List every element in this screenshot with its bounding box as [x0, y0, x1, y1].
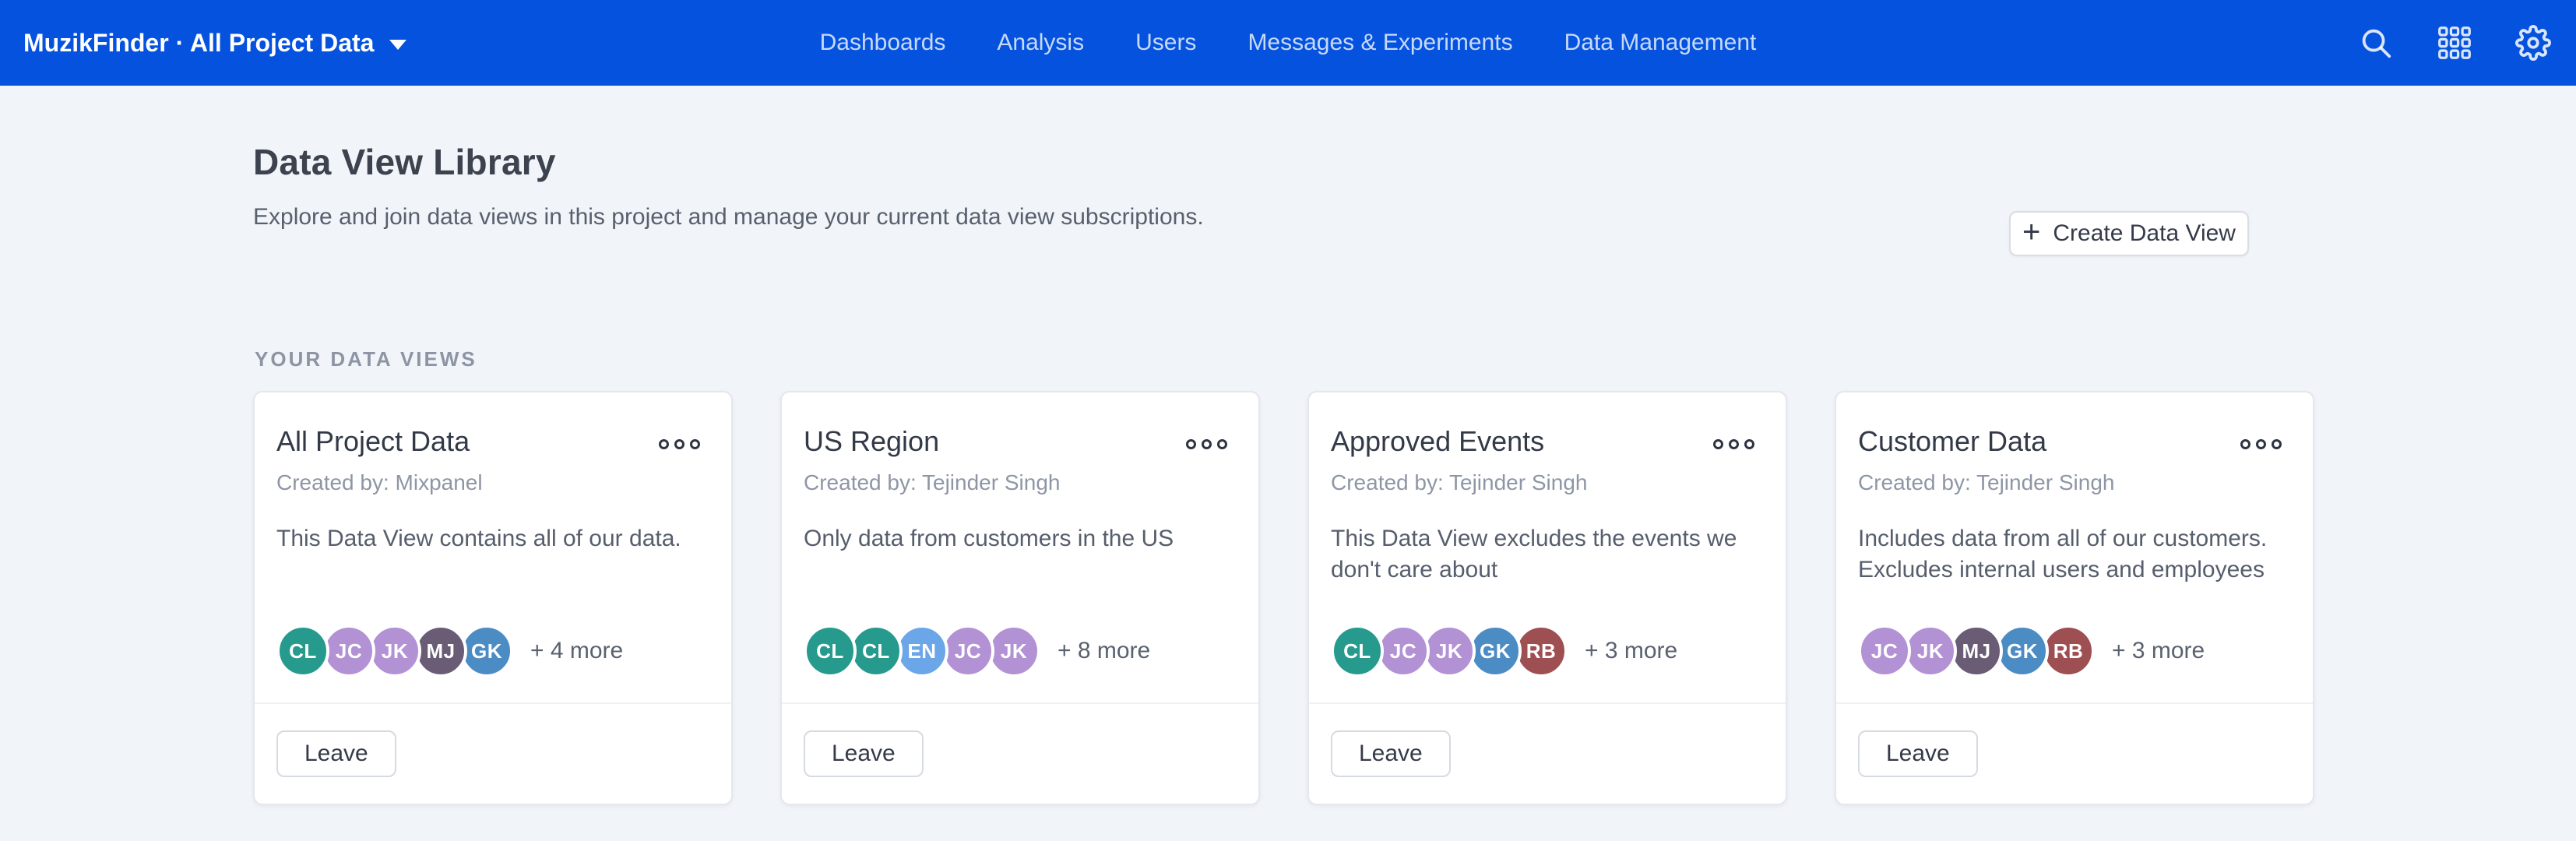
avatar: GK	[1996, 625, 2049, 677]
avatar-stack: CL CL EN JC JK + 8 more	[804, 625, 1150, 677]
card-created-by: Created by: Tejinder Singh	[804, 470, 1230, 495]
search-icon[interactable]	[2358, 25, 2394, 61]
plus-icon: +	[2022, 216, 2040, 248]
avatar: CL	[276, 625, 329, 677]
avatar: CL	[1331, 625, 1384, 677]
card-title: US Region	[804, 425, 939, 458]
avatar: GK	[1469, 625, 1522, 677]
settings-gear-icon[interactable]	[2515, 25, 2551, 61]
card-description: This Data View contains all of our data.	[276, 523, 703, 554]
section-heading: YOUR DATA VIEWS	[255, 347, 477, 371]
card-description: This Data View excludes the events we do…	[1331, 523, 1758, 586]
create-data-view-button[interactable]: + Create Data View	[2009, 211, 2249, 256]
leave-button[interactable]: Leave	[276, 730, 396, 777]
card-created-by: Created by: Tejinder Singh	[1331, 470, 1758, 495]
data-view-card: Customer Data Created by: Tejinder Singh…	[1835, 391, 2314, 805]
nav-icon-group	[2358, 0, 2551, 86]
avatar: JK	[368, 625, 421, 677]
more-options-icon[interactable]	[1713, 435, 1754, 449]
primary-nav: Dashboards Analysis Users Messages & Exp…	[820, 0, 1757, 86]
avatar: RB	[1515, 625, 1568, 677]
leave-button[interactable]: Leave	[804, 730, 924, 777]
card-footer: Leave	[1836, 702, 2313, 804]
avatar-stack: CL JC JK MJ GK + 4 more	[276, 625, 623, 677]
avatar: JK	[1904, 625, 1957, 677]
card-title: All Project Data	[276, 425, 470, 458]
card-description: Includes data from all of our customers.…	[1858, 523, 2285, 586]
avatar: MJ	[1950, 625, 2003, 677]
avatar: GK	[460, 625, 513, 677]
page-header: Data View Library Explore and join data …	[253, 142, 1204, 230]
leave-button[interactable]: Leave	[1858, 730, 1978, 777]
avatar-overflow-count: + 3 more	[1585, 638, 1677, 664]
project-switcher-label: MuzikFinder · All Project Data	[23, 29, 374, 58]
card-title: Customer Data	[1858, 425, 2046, 458]
card-created-by: Created by: Mixpanel	[276, 470, 703, 495]
data-view-card-grid: All Project Data Created by: Mixpanel Th…	[253, 391, 2314, 805]
avatar: JC	[1377, 625, 1430, 677]
apps-grid-icon[interactable]	[2437, 26, 2472, 60]
card-footer: Leave	[255, 702, 731, 804]
avatar: CL	[804, 625, 857, 677]
avatar: JK	[987, 625, 1040, 677]
card-description: Only data from customers in the US	[804, 523, 1230, 554]
page-subtitle: Explore and join data views in this proj…	[253, 204, 1204, 230]
avatar-stack: JC JK MJ GK RB + 3 more	[1858, 625, 2205, 677]
more-options-icon[interactable]	[1186, 435, 1227, 449]
avatar-overflow-count: + 3 more	[2112, 638, 2205, 664]
avatar: JC	[941, 625, 994, 677]
avatar: RB	[2042, 625, 2095, 677]
avatar-overflow-count: + 4 more	[530, 638, 623, 664]
avatar: CL	[850, 625, 903, 677]
data-view-card: Approved Events Created by: Tejinder Sin…	[1307, 391, 1787, 805]
card-title: Approved Events	[1331, 425, 1544, 458]
chevron-down-icon	[389, 40, 406, 50]
more-options-icon[interactable]	[2240, 435, 2282, 449]
avatar: JC	[1858, 625, 1911, 677]
top-nav: MuzikFinder · All Project Data Dashboard…	[0, 0, 2576, 86]
data-view-card: US Region Created by: Tejinder Singh Onl…	[780, 391, 1260, 805]
leave-button[interactable]: Leave	[1331, 730, 1451, 777]
create-data-view-label: Create Data View	[2053, 220, 2236, 247]
avatar: JK	[1423, 625, 1476, 677]
avatar-stack: CL JC JK GK RB + 3 more	[1331, 625, 1677, 677]
nav-item-messages-experiments[interactable]: Messages & Experiments	[1248, 30, 1512, 56]
avatar-overflow-count: + 8 more	[1057, 638, 1150, 664]
nav-item-analysis[interactable]: Analysis	[997, 30, 1084, 56]
more-options-icon[interactable]	[659, 435, 700, 449]
card-created-by: Created by: Tejinder Singh	[1858, 470, 2285, 495]
project-switcher[interactable]: MuzikFinder · All Project Data	[23, 0, 406, 86]
data-view-card: All Project Data Created by: Mixpanel Th…	[253, 391, 733, 805]
card-footer: Leave	[1309, 702, 1786, 804]
nav-item-users[interactable]: Users	[1135, 30, 1196, 56]
avatar: MJ	[414, 625, 467, 677]
nav-item-dashboards[interactable]: Dashboards	[820, 30, 946, 56]
avatar: JC	[322, 625, 375, 677]
avatar: EN	[896, 625, 948, 677]
page-title: Data View Library	[253, 142, 1204, 182]
card-footer: Leave	[782, 702, 1258, 804]
nav-item-data-management[interactable]: Data Management	[1564, 30, 1757, 56]
